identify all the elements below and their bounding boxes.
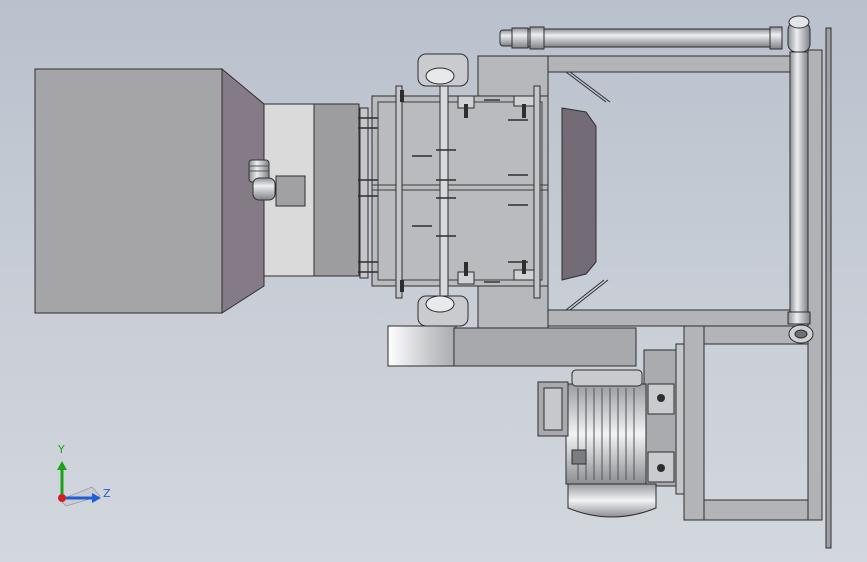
origin-dot	[58, 494, 66, 502]
motor-bracket	[643, 343, 685, 495]
rotor-shadow	[561, 107, 597, 281]
cad-graphics-viewport[interactable]: Y Z	[0, 0, 867, 562]
z-axis-label: Z	[103, 487, 111, 500]
belt-guard	[387, 325, 637, 367]
inlet-transition	[263, 103, 360, 277]
hopper-box	[34, 68, 223, 314]
crusher-housing	[358, 53, 549, 329]
coordinate-triad	[57, 461, 101, 507]
electric-motor	[537, 369, 657, 518]
model-view[interactable]	[0, 0, 867, 562]
y-axis-label: Y	[58, 443, 65, 456]
